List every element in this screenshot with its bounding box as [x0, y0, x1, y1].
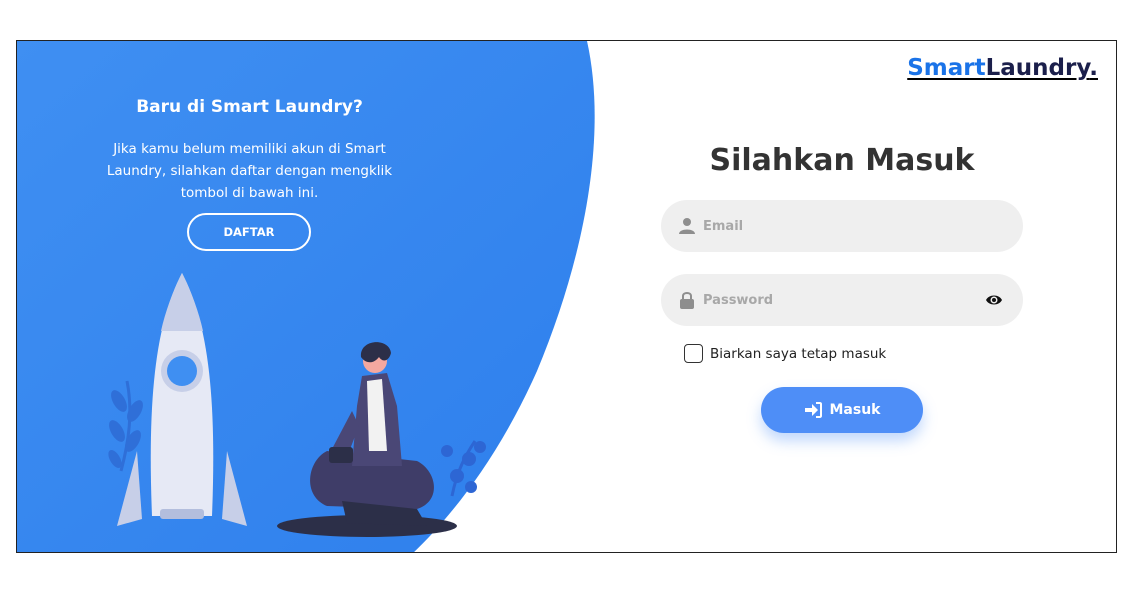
- email-input[interactable]: [703, 200, 973, 252]
- login-button[interactable]: Masuk: [761, 387, 923, 433]
- lock-icon: [680, 292, 694, 309]
- login-page: Baru di Smart Laundry? Jika kamu belum m…: [16, 40, 1117, 553]
- register-title: Baru di Smart Laundry?: [136, 97, 363, 117]
- register-button[interactable]: DAFTAR: [187, 213, 311, 251]
- person-illustration: [310, 342, 434, 526]
- brand-dot: .: [1089, 55, 1098, 81]
- login-heading: Silahkan Masuk: [709, 143, 975, 178]
- brand-logo[interactable]: SmartLaundry.: [907, 55, 1098, 81]
- brand-laundry: Laundry: [985, 55, 1090, 81]
- login-button-label: Masuk: [829, 402, 881, 418]
- sign-in-icon: [804, 402, 822, 418]
- user-icon: [679, 218, 695, 234]
- register-description: Jika kamu belum memiliki akun di Smart L…: [106, 141, 393, 201]
- plant-left-illustration: [108, 380, 143, 472]
- rocket-illustration: [117, 273, 247, 526]
- eye-icon[interactable]: [985, 292, 1003, 308]
- rocket-person-illustration: [108, 273, 486, 537]
- remember-checkbox[interactable]: [684, 344, 703, 363]
- remember-me: Biarkan saya tetap masuk: [684, 344, 886, 363]
- password-field: [661, 274, 1023, 326]
- brand-smart: Smart: [907, 55, 986, 81]
- plant-right-illustration: [441, 440, 486, 497]
- remember-label: Biarkan saya tetap masuk: [710, 345, 887, 362]
- password-input[interactable]: [703, 274, 973, 326]
- email-field: [661, 200, 1023, 252]
